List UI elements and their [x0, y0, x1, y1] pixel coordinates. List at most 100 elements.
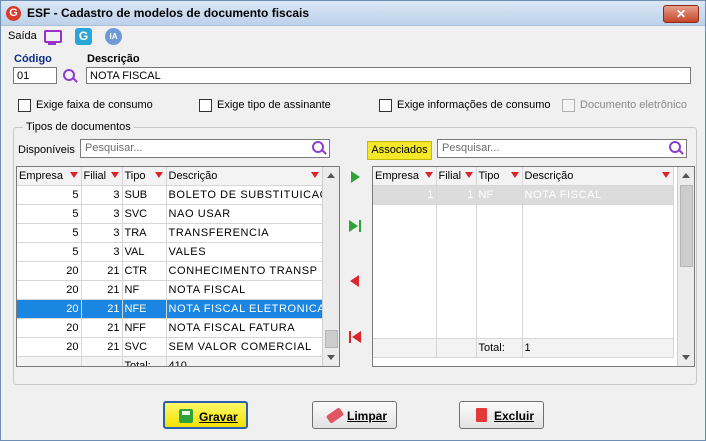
- table-row[interactable]: 20 21 NF NOTA FISCAL: [17, 280, 323, 300]
- cell-filial: 21: [81, 261, 123, 281]
- table-row[interactable]: 5 3 SVC NAO USAR: [17, 204, 323, 224]
- associados-table: Empresa Filial Tipo Descrição 1 1 NF NOTA F…: [373, 167, 674, 358]
- col-empresa[interactable]: Empresa: [17, 167, 82, 186]
- col-tipo[interactable]: Tipo: [122, 167, 167, 186]
- window-title: ESF - Cadastro de modelos de documento f…: [27, 6, 310, 20]
- col-filial[interactable]: Filial: [436, 167, 477, 186]
- total-row: Total: 1: [373, 338, 674, 358]
- col-descricao[interactable]: Descrição: [166, 167, 323, 186]
- table-row[interactable]: 20 21 CTR CONHECIMENTO TRANSP ...: [17, 261, 323, 281]
- table-row[interactable]: 20 21 SVC SEM VALOR COMERCIAL: [17, 337, 323, 357]
- filter-icon[interactable]: [424, 172, 433, 178]
- cell-tipo: SUB: [122, 185, 167, 205]
- table-row[interactable]: 20 21 NFE NOTA FISCAL ELETRONICA: [17, 299, 323, 319]
- checkbox-box[interactable]: [379, 99, 392, 112]
- table-row[interactable]: 5 3 VAL VALES: [17, 242, 323, 262]
- group-title: Tipos de documentos: [23, 121, 134, 133]
- scroll-down-icon[interactable]: [682, 355, 690, 360]
- gravar-label: Gravar: [199, 410, 238, 424]
- add-selected-icon[interactable]: [347, 169, 363, 185]
- cell-tipo: CTR: [122, 261, 167, 281]
- limpar-button[interactable]: Limpar: [312, 401, 397, 429]
- cell-descricao: NOTA FISCAL FATURA: [166, 318, 323, 338]
- search-icon[interactable]: [668, 140, 684, 156]
- filter-icon[interactable]: [110, 172, 119, 178]
- table-row[interactable]: 20 21 NFF NOTA FISCAL FATURA: [17, 318, 323, 338]
- col-descricao[interactable]: Descrição: [522, 167, 674, 186]
- cell-descricao: NOTA FISCAL: [166, 280, 323, 300]
- cell-descricao: NAO USAR: [166, 204, 323, 224]
- saida-label[interactable]: Saída: [8, 30, 37, 42]
- cell-descricao: SEM VALOR COMERCIAL: [166, 337, 323, 357]
- col-empresa[interactable]: Empresa: [373, 167, 437, 186]
- main-window: G ESF - Cadastro de modelos de documento…: [0, 0, 706, 441]
- ia-assistant-icon[interactable]: IA: [105, 28, 122, 45]
- title-bar: G ESF - Cadastro de modelos de documento…: [1, 1, 705, 26]
- cell-filial: 1: [436, 185, 477, 205]
- filter-icon[interactable]: [154, 172, 163, 178]
- total-label: Total:: [122, 356, 167, 366]
- excluir-button[interactable]: Excluir: [459, 401, 544, 429]
- save-icon: [179, 409, 193, 423]
- cell-filial: 21: [81, 299, 123, 319]
- table-row[interactable]: 5 3 TRA TRANSFERENCIA: [17, 223, 323, 243]
- cell-empresa: 5: [17, 242, 82, 262]
- vertical-scrollbar[interactable]: [677, 167, 694, 366]
- checkbox-label: Exige informações de consumo: [397, 99, 551, 111]
- vertical-scrollbar[interactable]: [322, 167, 339, 366]
- scroll-up-icon[interactable]: [327, 173, 335, 178]
- cell-descricao: BOLETO DE SUBSTITUICAO: [166, 185, 323, 205]
- scroll-thumb[interactable]: [325, 330, 338, 348]
- remove-selected-icon[interactable]: [347, 273, 363, 289]
- descricao-field[interactable]: NOTA FISCAL: [86, 67, 691, 84]
- scroll-thumb[interactable]: [680, 185, 693, 267]
- cell-empresa: 20: [17, 261, 82, 281]
- cell-tipo: VAL: [122, 242, 167, 262]
- app-logo-icon: G: [6, 6, 21, 21]
- table-row[interactable]: 1 1 NF NOTA FISCAL: [373, 185, 674, 205]
- cell-empresa: 20: [17, 299, 82, 319]
- close-button[interactable]: ✕: [663, 5, 699, 23]
- trash-icon: [476, 408, 487, 422]
- excluir-label: Excluir: [494, 409, 535, 423]
- checkbox-box: [562, 99, 575, 112]
- total-value: 410: [166, 356, 323, 366]
- cell-filial: 3: [81, 242, 123, 262]
- col-tipo[interactable]: Tipo: [476, 167, 523, 186]
- cell-filial: 21: [81, 280, 123, 300]
- table-header: Empresa Filial Tipo Descrição: [17, 167, 323, 186]
- filter-icon[interactable]: [310, 172, 319, 178]
- disponiveis-grid[interactable]: Empresa Filial Tipo Descrição 5 3 SUB BOLET…: [16, 166, 340, 367]
- g-app-icon[interactable]: G: [75, 28, 92, 45]
- cell-descricao: CONHECIMENTO TRANSP ...: [166, 261, 323, 281]
- cell-filial: 3: [81, 185, 123, 205]
- cell-empresa: 5: [17, 204, 82, 224]
- table-row[interactable]: 5 3 SUB BOLETO DE SUBSTITUICAO: [17, 185, 323, 205]
- filter-icon[interactable]: [69, 172, 78, 178]
- cell-empresa: 20: [17, 280, 82, 300]
- remove-all-icon[interactable]: [347, 329, 363, 345]
- filter-icon[interactable]: [510, 172, 519, 178]
- cell-descricao: VALES: [166, 242, 323, 262]
- monitor-icon[interactable]: [43, 28, 62, 45]
- col-filial[interactable]: Filial: [81, 167, 123, 186]
- add-all-icon[interactable]: [347, 218, 363, 234]
- search-associados-input[interactable]: Pesquisar...: [437, 139, 687, 158]
- cell-tipo: NF: [476, 185, 523, 205]
- checkbox-box[interactable]: [199, 99, 212, 112]
- search-codigo-icon[interactable]: [62, 68, 78, 84]
- table-header: Empresa Filial Tipo Descrição: [373, 167, 674, 186]
- filter-icon[interactable]: [464, 172, 473, 178]
- codigo-field[interactable]: 01: [13, 67, 57, 84]
- limpar-label: Limpar: [347, 409, 388, 423]
- cell-tipo: TRA: [122, 223, 167, 243]
- gravar-button[interactable]: Gravar: [163, 401, 248, 429]
- scroll-down-icon[interactable]: [327, 355, 335, 360]
- associados-grid[interactable]: Empresa Filial Tipo Descrição 1 1 NF NOTA F…: [372, 166, 695, 367]
- search-icon[interactable]: [311, 140, 327, 156]
- search-disponiveis-input[interactable]: Pesquisar...: [80, 139, 330, 158]
- filter-icon[interactable]: [661, 172, 670, 178]
- cell-filial: 3: [81, 223, 123, 243]
- scroll-up-icon[interactable]: [682, 173, 690, 178]
- checkbox-box[interactable]: [18, 99, 31, 112]
